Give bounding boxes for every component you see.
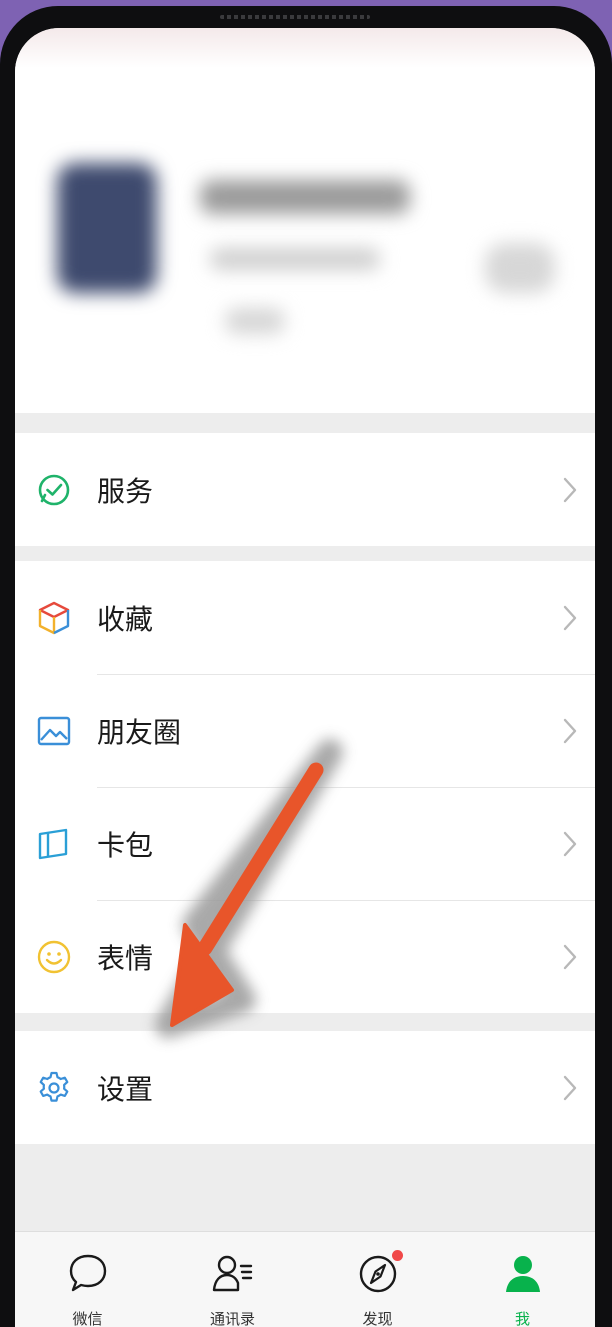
app-screen: 服务 收藏 朋友圈 卡包 表情 设置 微信 通讯录 发现 我 — [15, 28, 595, 1327]
tools-group: 收藏 朋友圈 卡包 表情 — [15, 561, 595, 1013]
phone-frame: 服务 收藏 朋友圈 卡包 表情 设置 微信 通讯录 发现 我 — [0, 6, 612, 1327]
menu-item-label: 设置 — [97, 1072, 154, 1106]
settings-group: 设置 — [15, 1031, 595, 1144]
services-group: 服务 — [15, 433, 595, 546]
menu-item-stickers[interactable]: 表情 — [15, 900, 595, 1013]
tab-label: 发现 — [362, 1310, 393, 1327]
chevron-right-icon — [563, 477, 577, 502]
menu-item-favorites[interactable]: 收藏 — [15, 561, 595, 674]
card-wallet-icon — [38, 828, 68, 859]
menu-item-label: 表情 — [97, 941, 154, 975]
chevron-right-icon — [563, 831, 577, 856]
me-person-icon — [505, 1256, 540, 1292]
blurred-status — [225, 308, 285, 334]
tab-me[interactable]: 我 — [450, 1232, 595, 1327]
tab-chats[interactable]: 微信 — [15, 1232, 160, 1327]
menu-item-label: 收藏 — [97, 602, 154, 636]
favorites-cube-icon — [38, 601, 70, 634]
chevron-right-icon — [563, 718, 577, 743]
chevron-right-icon — [563, 605, 577, 630]
menu-item-services[interactable]: 服务 — [15, 433, 595, 546]
discover-badge-dot — [392, 1250, 403, 1261]
blurred-qr-code-icon[interactable] — [485, 243, 555, 293]
menu-item-moments[interactable]: 朋友圈 — [15, 674, 595, 787]
blurred-nickname — [200, 180, 410, 214]
contacts-icon — [212, 1255, 252, 1292]
tab-contacts[interactable]: 通讯录 — [160, 1232, 305, 1327]
menu-item-label: 朋友圈 — [97, 715, 182, 749]
phone-speaker-grille — [220, 15, 370, 19]
sticker-smiley-icon — [37, 940, 71, 973]
menu-item-label: 服务 — [97, 474, 154, 508]
profile-header[interactable] — [15, 28, 595, 413]
moments-image-icon — [37, 716, 71, 745]
chevron-right-icon — [563, 944, 577, 969]
chevron-right-icon — [563, 1075, 577, 1100]
blurred-avatar[interactable] — [57, 163, 157, 293]
tab-label: 通讯录 — [209, 1310, 255, 1327]
menu-item-settings[interactable]: 设置 — [15, 1031, 595, 1144]
tab-label: 微信 — [72, 1310, 103, 1327]
settings-gear-icon — [39, 1071, 69, 1102]
chat-bubble-icon — [69, 1254, 106, 1292]
bottom-tab-bar: 微信 通讯录 发现 我 — [15, 1231, 595, 1327]
services-check-icon — [38, 474, 70, 505]
tab-label: 我 — [514, 1310, 530, 1327]
tab-discover[interactable]: 发现 — [305, 1232, 450, 1327]
blurred-wechat-id — [210, 248, 380, 270]
menu-item-label: 卡包 — [97, 828, 154, 862]
menu-item-cards[interactable]: 卡包 — [15, 787, 595, 900]
